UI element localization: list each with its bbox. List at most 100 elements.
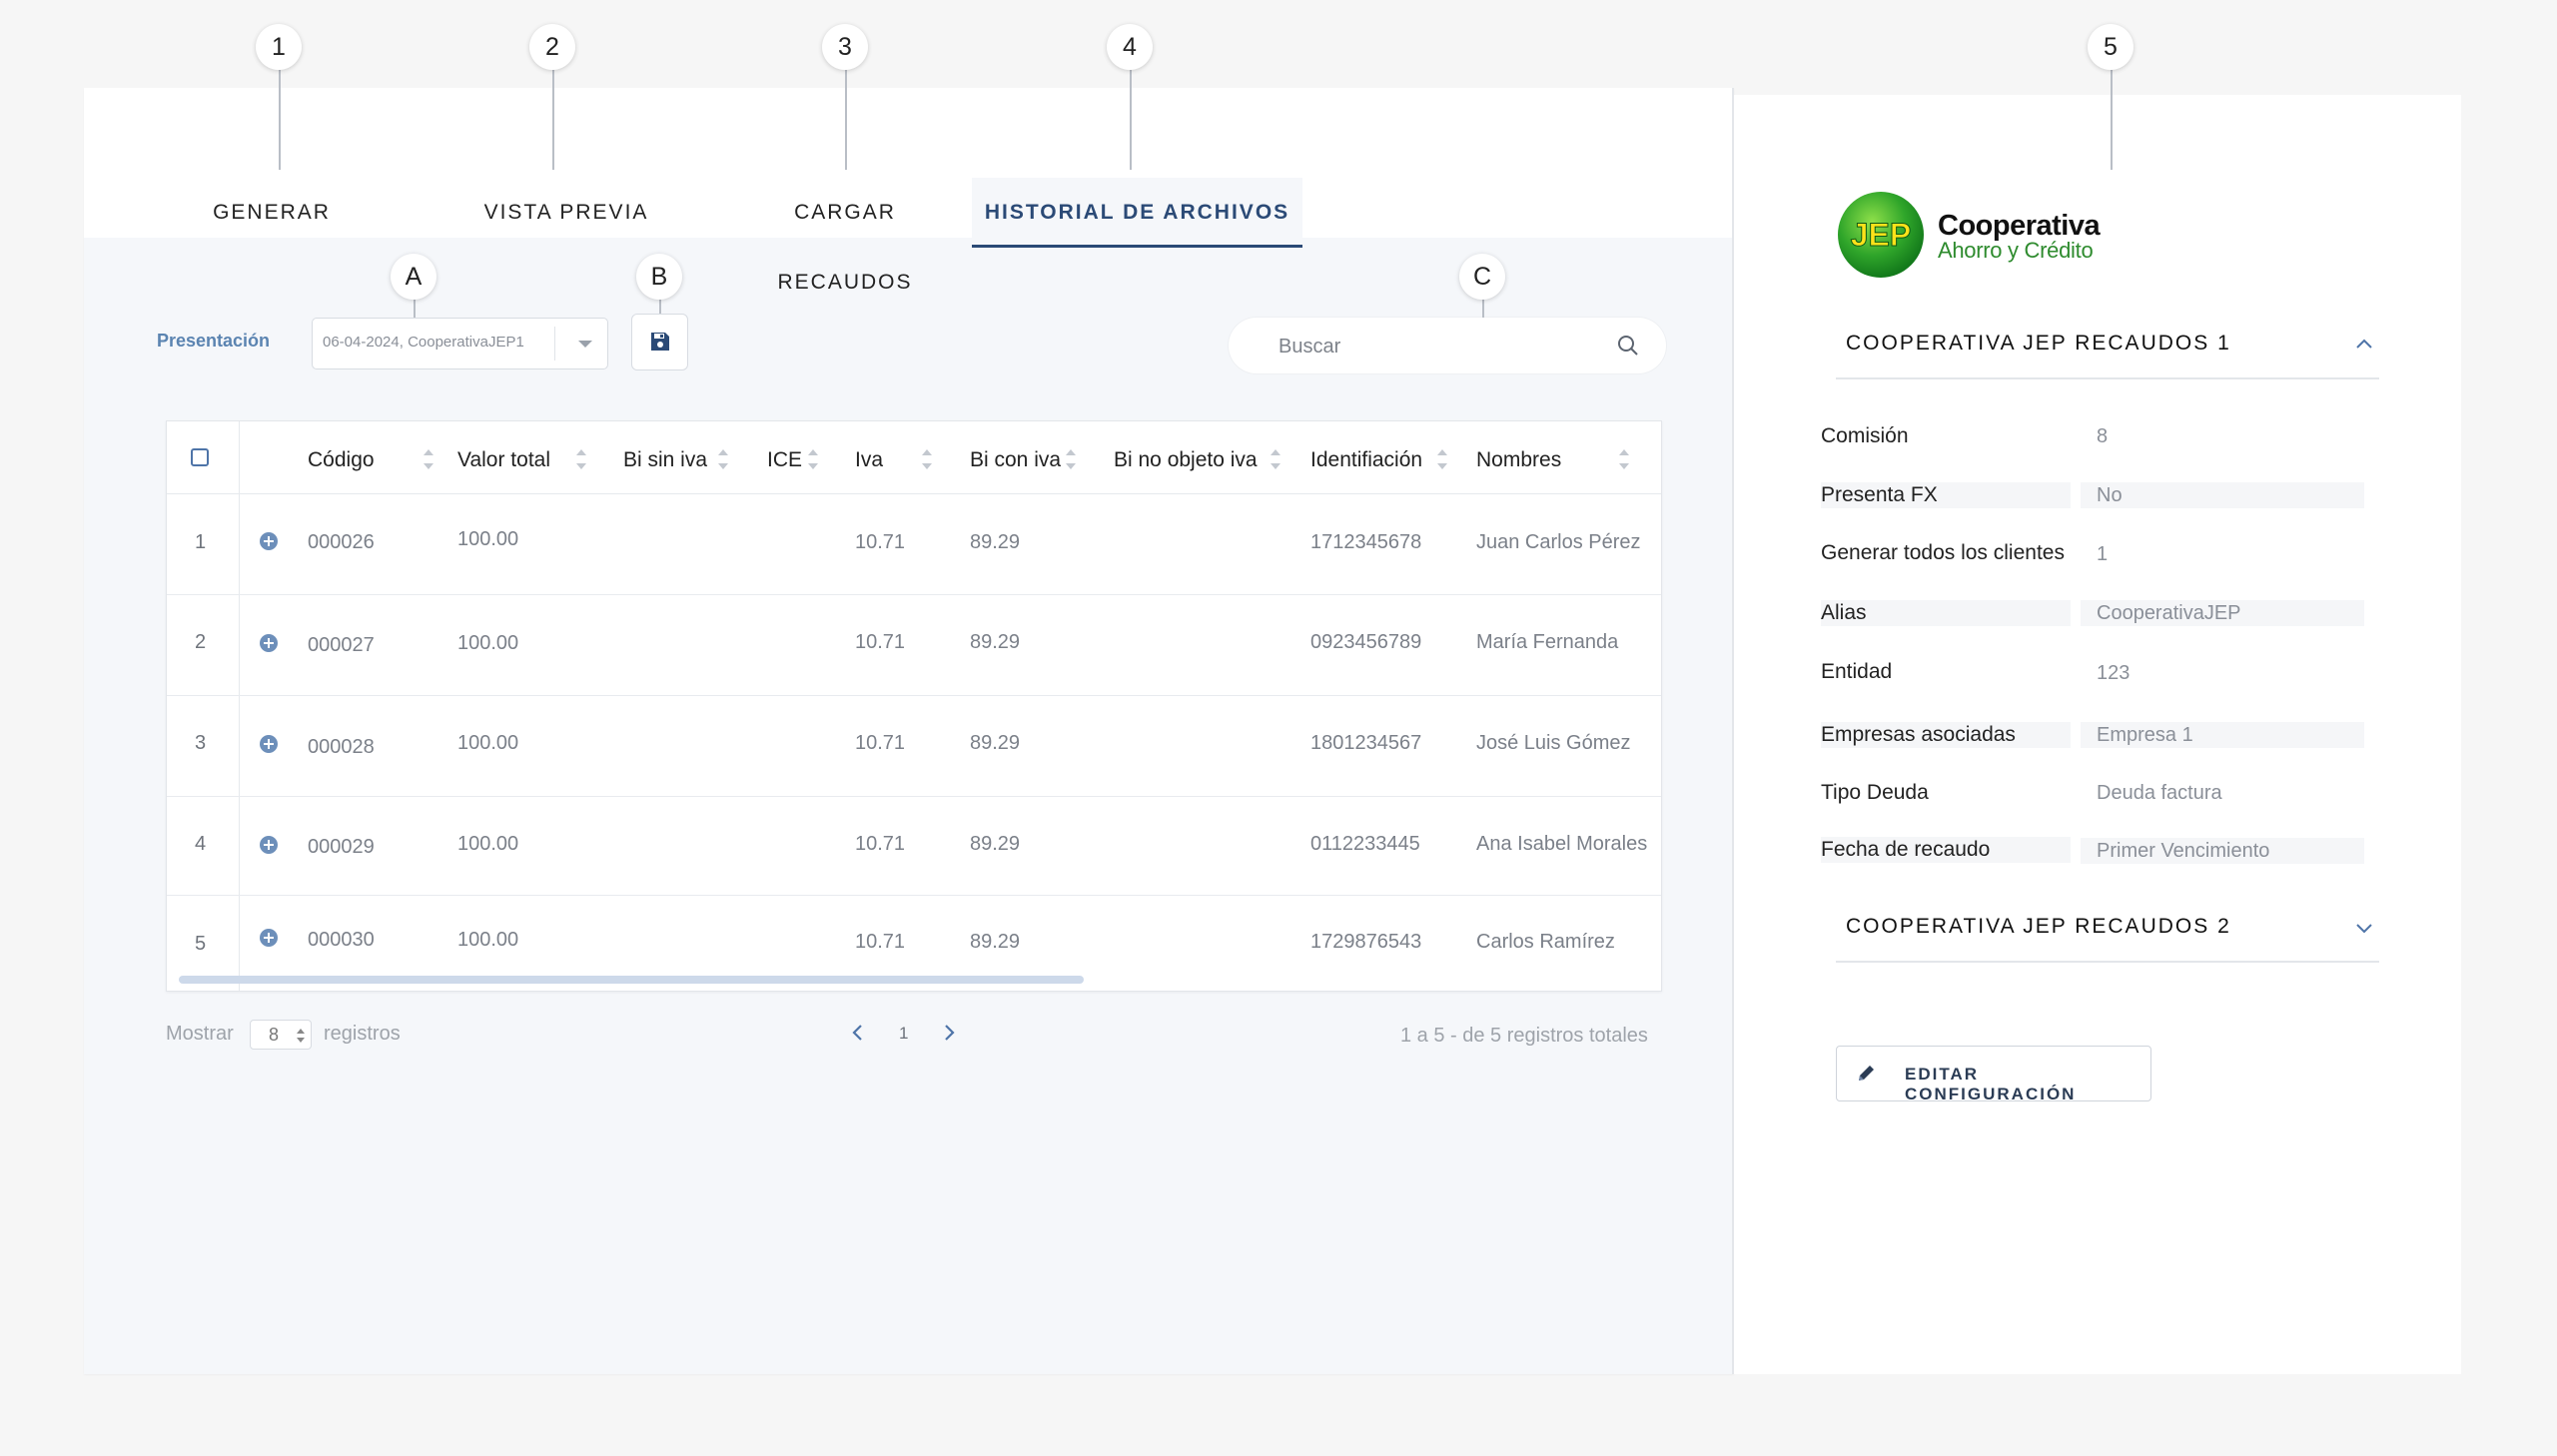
tab-generar[interactable]: GENERAR [212, 178, 332, 248]
sort-icon[interactable] [921, 449, 933, 471]
callout-leader [845, 70, 847, 170]
cell-codigo: 000030 [308, 929, 375, 951]
sort-icon[interactable] [1436, 449, 1448, 471]
jep-logo-icon: JEP [1838, 192, 1924, 278]
accordion-section-2[interactable]: COOPERATIVA JEP RECAUDOS 2 [1836, 899, 2379, 963]
field-label-empresas: Empresas asociadas [1821, 722, 2071, 748]
expand-row-icon[interactable] [260, 532, 278, 550]
chevron-up-icon[interactable] [2355, 338, 2373, 350]
table-row[interactable]: 1 000026 100.00 10.71 89.29 1712345678 J… [167, 494, 1661, 595]
select-all-checkbox[interactable] [191, 448, 209, 466]
field-value-empresas: Empresa 1 [2081, 722, 2364, 748]
cell-nombres: María Fernanda [1476, 631, 1619, 653]
accordion-section-1[interactable]: COOPERATIVA JEP RECAUDOS 1 [1836, 316, 2379, 379]
svg-text:JEP: JEP [1851, 217, 1911, 253]
chevron-right-icon[interactable] [942, 1024, 956, 1042]
tab-cargar-recaudos[interactable]: CARGAR RECAUDOS [725, 178, 965, 294]
cell-codigo: 000029 [308, 836, 375, 858]
sort-icon[interactable] [575, 449, 587, 471]
edit-configuration-button[interactable]: EDITAR CONFIGURACIÓN [1836, 1046, 2151, 1103]
column-header-ice[interactable]: ICE [767, 448, 802, 472]
cell-iva: 10.71 [855, 732, 906, 754]
table-row[interactable]: 3 000028 100.00 10.71 89.29 1801234567 J… [167, 696, 1661, 797]
cell-identificacion: 0923456789 [1310, 631, 1422, 653]
callout-leader [279, 70, 281, 170]
logo-subtitle: Ahorro y Crédito [1938, 238, 2094, 263]
sort-icon[interactable] [423, 449, 434, 471]
cell-valor-total: 100.00 [457, 732, 519, 754]
select-divider [554, 327, 555, 361]
expand-row-icon[interactable] [260, 634, 278, 652]
callout-leader [414, 300, 416, 318]
cell-iva: 10.71 [855, 833, 906, 855]
callout-5: 5 [2088, 24, 2133, 70]
expand-row-icon[interactable] [260, 735, 278, 753]
cell-bi-con-iva: 89.29 [970, 631, 1021, 653]
expand-row-icon[interactable] [260, 836, 278, 854]
cell-nombres: Carlos Ramírez [1476, 931, 1615, 953]
expand-row-icon[interactable] [260, 929, 278, 947]
tab-historial-de-archivos[interactable]: HISTORIAL DE ARCHIVOS [972, 178, 1302, 248]
cell-iva: 10.71 [855, 931, 906, 953]
cell-iva: 10.71 [855, 631, 906, 653]
tab-vista-previa[interactable]: VISTA PREVIA [481, 178, 651, 248]
column-header-bi-con-iva[interactable]: Bi con iva [970, 448, 1061, 472]
column-header-nombres[interactable]: Nombres [1476, 448, 1561, 472]
field-value-entidad: 123 [2097, 662, 2131, 684]
chevron-left-icon[interactable] [851, 1024, 865, 1042]
cell-nombres: Ana Isabel Morales [1476, 833, 1648, 855]
column-header-bi-sin-iva[interactable]: Bi sin iva [623, 448, 707, 472]
sort-icon[interactable] [807, 449, 819, 471]
row-number: 5 [195, 933, 207, 955]
table-row[interactable]: 4 000029 100.00 10.71 89.29 0112233445 A… [167, 795, 1661, 896]
chevron-down-icon [578, 341, 592, 348]
callout-b: B [636, 254, 682, 300]
search-input[interactable] [1277, 332, 1610, 362]
show-label: Mostrar [166, 1023, 234, 1045]
page-size-stepper[interactable]: 8 [250, 1020, 312, 1050]
section-title: COOPERATIVA JEP RECAUDOS 2 [1846, 915, 2231, 938]
column-header-identificacion[interactable]: Identifiación [1310, 448, 1422, 472]
column-header-valor-total[interactable]: Valor total [457, 448, 550, 472]
column-header-iva[interactable]: Iva [855, 448, 883, 472]
presentation-select[interactable]: 06-04-2024, CooperativaJEP1 [312, 318, 608, 369]
field-label-presenta-fx: Presenta FX [1821, 482, 2071, 508]
cell-bi-con-iva: 89.29 [970, 531, 1021, 553]
cell-identificacion: 0112233445 [1310, 833, 1420, 855]
row-number: 3 [195, 732, 207, 754]
cell-identificacion: 1712345678 [1310, 531, 1422, 553]
sort-icon[interactable] [1270, 449, 1281, 471]
search-box[interactable] [1229, 318, 1666, 373]
field-value-alias: CooperativaJEP [2081, 600, 2364, 626]
presentation-value: 06-04-2024, CooperativaJEP1 [323, 334, 524, 351]
field-value-tipo-deuda: Deuda factura [2097, 782, 2222, 804]
field-label-generar-todos: Generar todos los clientes [1821, 541, 2065, 564]
current-page[interactable]: 1 [899, 1024, 908, 1044]
horizontal-scrollbar[interactable] [179, 976, 1084, 984]
table-row[interactable]: 2 000027 100.00 10.71 89.29 0923456789 M… [167, 595, 1661, 696]
field-value-comision: 8 [2097, 425, 2109, 447]
chevron-down-icon[interactable] [2355, 923, 2373, 935]
cell-nombres: José Luis Gómez [1476, 732, 1631, 754]
section-title: COOPERATIVA JEP RECAUDOS 1 [1846, 332, 2231, 355]
cell-identificacion: 1729876543 [1310, 931, 1422, 953]
row-number: 1 [195, 531, 207, 553]
column-header-bi-no-objeto-iva[interactable]: Bi no objeto iva [1114, 448, 1258, 472]
field-label-entidad: Entidad [1821, 660, 1893, 683]
page-size-value: 8 [269, 1025, 280, 1045]
column-header-codigo[interactable]: Código [308, 448, 375, 472]
stepper-up-icon[interactable] [297, 1029, 305, 1034]
callout-3: 3 [822, 24, 868, 70]
cell-valor-total: 100.00 [457, 833, 519, 855]
cell-valor-total: 100.00 [457, 632, 519, 654]
field-label-alias: Alias [1821, 600, 2071, 626]
sort-icon[interactable] [1618, 449, 1630, 471]
callout-2: 2 [529, 24, 575, 70]
cell-valor-total: 100.00 [457, 929, 519, 951]
save-button[interactable] [631, 314, 688, 370]
sort-icon[interactable] [717, 449, 729, 471]
sort-icon[interactable] [1065, 449, 1077, 471]
stepper-down-icon[interactable] [297, 1038, 305, 1043]
search-icon[interactable] [1616, 334, 1640, 358]
edit-configuration-label: EDITAR CONFIGURACIÓN [1905, 1065, 2077, 1103]
